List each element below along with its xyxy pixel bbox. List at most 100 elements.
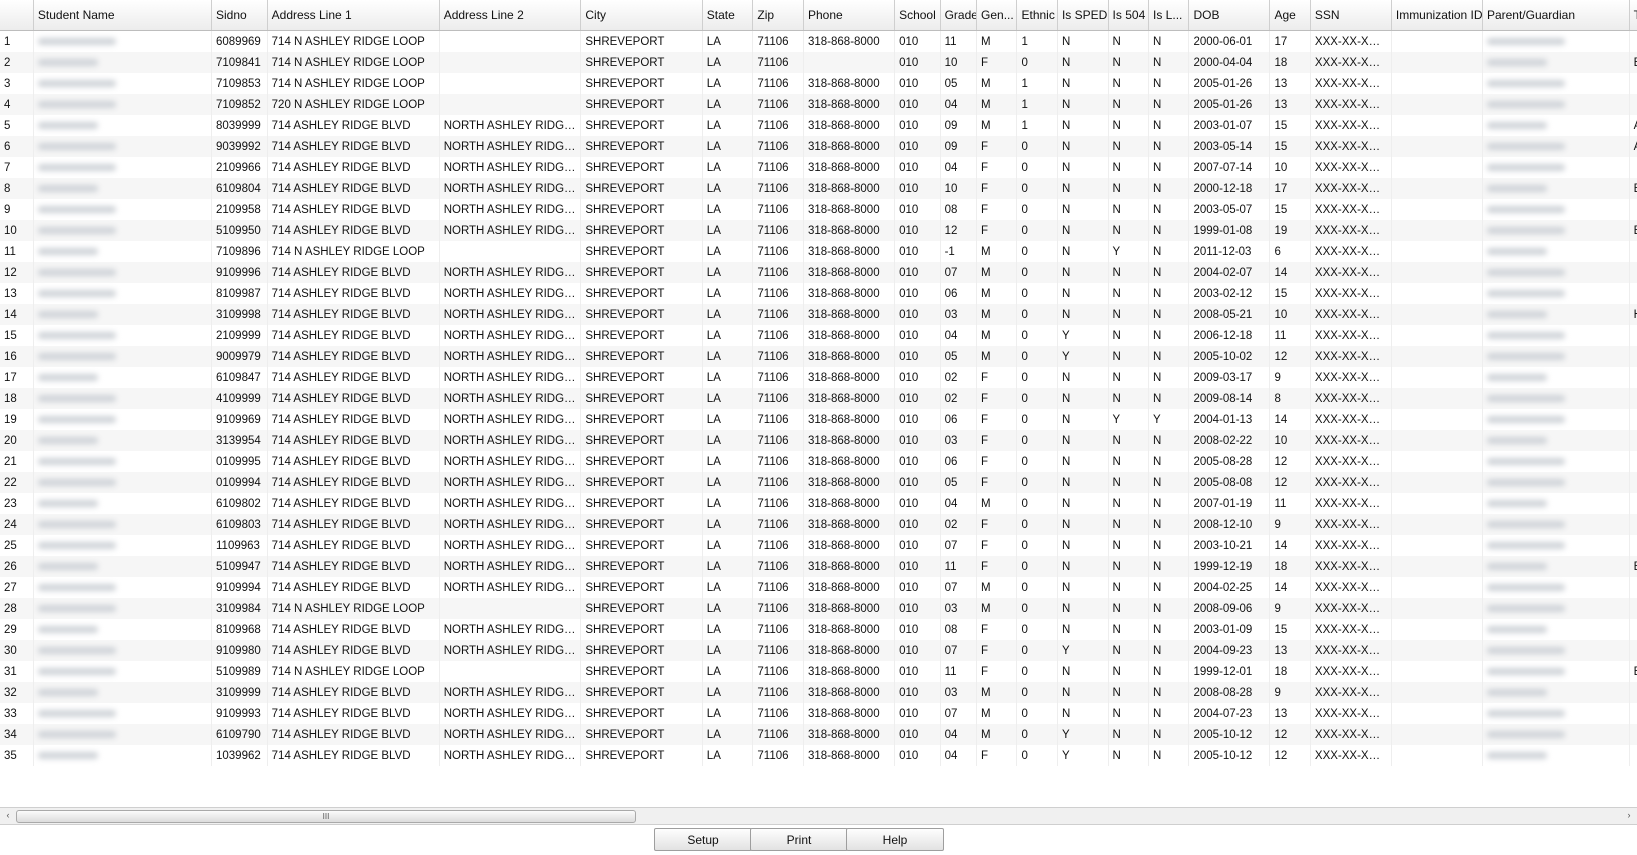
cell-state: LA (702, 430, 754, 451)
redacted-text (37, 751, 98, 759)
cell-immun (1391, 388, 1483, 409)
column-header-zip[interactable]: Zip (752, 0, 804, 31)
help-button[interactable]: Help (846, 828, 944, 851)
table-row[interactable]: 13 8109987 714 ASHLEY RIDGE BLVD NORTH ASHL… (0, 283, 1637, 304)
cell-sidno: 7109853 (211, 73, 268, 94)
cell-is504: N (1108, 514, 1150, 535)
cell-dob: 1999-01-08 (1188, 220, 1271, 241)
column-header-parent[interactable]: Parent/Guardian (1482, 0, 1630, 31)
cell-sped: N (1057, 493, 1109, 514)
cell-addr1: 714 ASHLEY RIDGE BLVD (267, 619, 440, 640)
table-row[interactable]: 15 2109999 714 ASHLEY RIDGE BLVD NORTH ASHL… (0, 325, 1637, 346)
table-row[interactable]: 18 4109999 714 ASHLEY RIDGE BLVD NORTH ASHL… (0, 388, 1637, 409)
cell-gender: F (976, 220, 1018, 241)
column-header-isl[interactable]: Is L... (1148, 0, 1190, 31)
table-row[interactable]: 21 0109995 714 ASHLEY RIDGE BLVD NORTH ASHL… (0, 451, 1637, 472)
cell-city: SHREVEPORT (580, 220, 703, 241)
table-row[interactable]: 3 7109853 714 N ASHLEY RIDGE LOOP SHREVEPOR… (0, 73, 1637, 94)
table-row[interactable]: 35 1039962 714 ASHLEY RIDGE BLVD NORTH ASHL… (0, 745, 1637, 766)
table-row[interactable]: 20 3139954 714 ASHLEY RIDGE BLVD NORTH ASHL… (0, 430, 1637, 451)
cell-ssn: XXX-XX-XXXX (1310, 430, 1392, 451)
cell-school: 010 (894, 556, 941, 577)
table-row[interactable]: 16 9009979 714 ASHLEY RIDGE BLVD NORTH ASHL… (0, 346, 1637, 367)
table-row[interactable]: 7 2109966 714 ASHLEY RIDGE BLVD NORTH ASHLE… (0, 157, 1637, 178)
table-row[interactable]: 1 6089969 714 N ASHLEY RIDGE LOOP SHREVEPOR… (0, 30, 1637, 52)
cell-gender: M (976, 94, 1018, 115)
table-row[interactable]: 5 8039999 714 ASHLEY RIDGE BLVD NORTH ASHLE… (0, 115, 1637, 136)
table-row[interactable]: 29 8109968 714 ASHLEY RIDGE BLVD NORTH ASHL… (0, 619, 1637, 640)
cell-school: 010 (894, 241, 941, 262)
cell-sidno: 3109984 (211, 598, 268, 619)
footer-bar: Setup Print Help (0, 826, 1637, 855)
table-row[interactable]: 33 9109993 714 ASHLEY RIDGE BLVD NORTH ASHL… (0, 703, 1637, 724)
print-button[interactable]: Print (750, 828, 848, 851)
cell-grade: 11 (940, 661, 978, 682)
column-header-sped[interactable]: Is SPED (1057, 0, 1109, 31)
cell-name (33, 178, 213, 199)
cell-dob: 2008-05-21 (1188, 304, 1271, 325)
cell-isl: N (1148, 472, 1190, 493)
column-header-ssn[interactable]: SSN (1310, 0, 1392, 31)
cell-city: SHREVEPORT (580, 52, 703, 73)
column-header-is504[interactable]: Is 504 (1108, 0, 1150, 31)
column-header-age[interactable]: Age (1269, 0, 1311, 31)
table-row[interactable]: 9 2109958 714 ASHLEY RIDGE BLVD NORTH ASHLE… (0, 199, 1637, 220)
column-header-state[interactable]: State (702, 0, 754, 31)
horizontal-scrollbar[interactable]: ‹ III › (0, 807, 1637, 825)
column-header-ethnic[interactable]: Ethnic (1016, 0, 1058, 31)
cell-age: 18 (1269, 556, 1311, 577)
table-row[interactable]: 23 6109802 714 ASHLEY RIDGE BLVD NORTH ASHL… (0, 493, 1637, 514)
column-header-idx[interactable] (0, 0, 34, 31)
scrollbar-thumb[interactable]: III (16, 810, 636, 823)
column-header-dob[interactable]: DOB (1188, 0, 1271, 31)
scroll-right-arrow-icon[interactable]: › (1622, 809, 1636, 822)
cell-addr2: NORTH ASHLEY RIDGE... (439, 640, 582, 661)
table-row[interactable]: 31 5109989 714 N ASHLEY RIDGE LOOP SHREVEPO… (0, 661, 1637, 682)
table-row[interactable]: 25 1109963 714 ASHLEY RIDGE BLVD NORTH ASHL… (0, 535, 1637, 556)
table-row[interactable]: 6 9039992 714 ASHLEY RIDGE BLVD NORTH ASHLE… (0, 136, 1637, 157)
scroll-left-arrow-icon[interactable]: ‹ (1, 809, 15, 822)
cell-ethnic: 0 (1016, 661, 1058, 682)
table-row[interactable]: 24 6109803 714 ASHLEY RIDGE BLVD NORTH ASHL… (0, 514, 1637, 535)
column-header-addr1[interactable]: Address Line 1 (267, 0, 440, 31)
table-row[interactable]: 10 5109950 714 ASHLEY RIDGE BLVD NORTH ASHL… (0, 220, 1637, 241)
cell-city: SHREVEPORT (580, 136, 703, 157)
setup-button[interactable]: Setup (654, 828, 752, 851)
cell-zip: 71106 (752, 136, 804, 157)
column-header-sidno[interactable]: Sidno (211, 0, 268, 31)
table-row[interactable]: 34 6109790 714 ASHLEY RIDGE BLVD NORTH ASHL… (0, 724, 1637, 745)
column-header-school[interactable]: School (894, 0, 941, 31)
column-header-t[interactable]: T (1629, 0, 1637, 31)
redacted-text (1486, 499, 1547, 507)
table-row[interactable]: 17 6109847 714 ASHLEY RIDGE BLVD NORTH ASHL… (0, 367, 1637, 388)
column-header-gender[interactable]: Gen... (976, 0, 1018, 31)
cell-age: 12 (1269, 346, 1311, 367)
column-header-grade[interactable]: Grade (940, 0, 978, 31)
cell-is504: N (1108, 430, 1150, 451)
cell-ssn: XXX-XX-XXXX (1310, 535, 1392, 556)
table-row[interactable]: 28 3109984 714 N ASHLEY RIDGE LOOP SHREVEPO… (0, 598, 1637, 619)
table-row[interactable]: 4 7109852 720 N ASHLEY RIDGE LOOP SHREVEPOR… (0, 94, 1637, 115)
table-row[interactable]: 19 9109969 714 ASHLEY RIDGE BLVD NORTH ASHL… (0, 409, 1637, 430)
table-row[interactable]: 26 5109947 714 ASHLEY RIDGE BLVD NORTH ASHL… (0, 556, 1637, 577)
table-row[interactable]: 2 7109841 714 N ASHLEY RIDGE LOOP SHREVEPOR… (0, 52, 1637, 73)
column-header-phone[interactable]: Phone (803, 0, 896, 31)
redacted-text (37, 478, 116, 486)
column-header-immun[interactable]: Immunization ID (1391, 0, 1483, 31)
table-row[interactable]: 14 3109998 714 ASHLEY RIDGE BLVD NORTH ASHL… (0, 304, 1637, 325)
cell-ssn: XXX-XX-XXXX (1310, 178, 1392, 199)
table-row[interactable]: 11 7109896 714 N ASHLEY RIDGE LOOP SHREVEPO… (0, 241, 1637, 262)
cell-zip: 71106 (752, 556, 804, 577)
column-header-name[interactable]: Student Name (33, 0, 213, 31)
table-row[interactable]: 8 6109804 714 ASHLEY RIDGE BLVD NORTH ASHLE… (0, 178, 1637, 199)
table-row[interactable]: 12 9109996 714 ASHLEY RIDGE BLVD NORTH ASHL… (0, 262, 1637, 283)
table-row[interactable]: 30 9109980 714 ASHLEY RIDGE BLVD NORTH ASHL… (0, 640, 1637, 661)
cell-is504: N (1108, 30, 1150, 52)
column-header-city[interactable]: City (580, 0, 703, 31)
column-header-addr2[interactable]: Address Line 2 (439, 0, 582, 31)
cell-t (1629, 430, 1637, 451)
table-row[interactable]: 27 9109994 714 ASHLEY RIDGE BLVD NORTH ASHL… (0, 577, 1637, 598)
table-row[interactable]: 22 0109994 714 ASHLEY RIDGE BLVD NORTH ASHL… (0, 472, 1637, 493)
table-row[interactable]: 32 3109999 714 ASHLEY RIDGE BLVD NORTH ASHL… (0, 682, 1637, 703)
cell-age: 14 (1269, 262, 1311, 283)
